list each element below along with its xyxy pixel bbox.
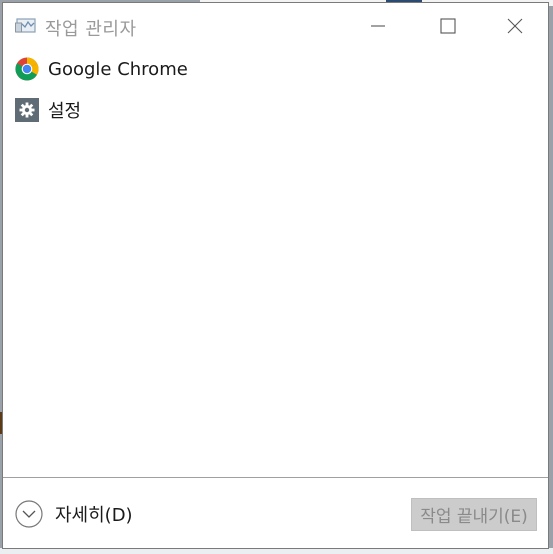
minimize-icon	[371, 25, 385, 27]
window-title: 작업 관리자	[45, 19, 137, 40]
close-button[interactable]	[480, 3, 550, 49]
task-manager-window: 작업 관리자 Google Chrome 설정 자세히(D) 작업 끝내기(E)	[2, 2, 549, 549]
task-manager-icon	[15, 16, 37, 36]
app-item-label: 설정	[48, 101, 82, 122]
maximize-button[interactable]	[413, 3, 483, 49]
minimize-button[interactable]	[343, 3, 413, 49]
maximize-icon	[440, 18, 456, 34]
app-item-label: Google Chrome	[48, 58, 188, 80]
settings-gear-icon	[15, 98, 39, 122]
more-details-button[interactable]: 자세히(D)	[15, 500, 133, 528]
footer-bar: 자세히(D) 작업 끝내기(E)	[3, 477, 548, 548]
title-bar[interactable]: 작업 관리자	[3, 3, 548, 49]
close-icon	[507, 18, 523, 34]
app-item-settings[interactable]: 설정	[3, 90, 548, 130]
chevron-down-circle-icon	[15, 500, 43, 528]
app-item-chrome[interactable]: Google Chrome	[3, 49, 548, 89]
end-task-button[interactable]: 작업 끝내기(E)	[411, 498, 537, 531]
chrome-icon	[15, 57, 39, 81]
more-details-label: 자세히(D)	[55, 505, 133, 526]
